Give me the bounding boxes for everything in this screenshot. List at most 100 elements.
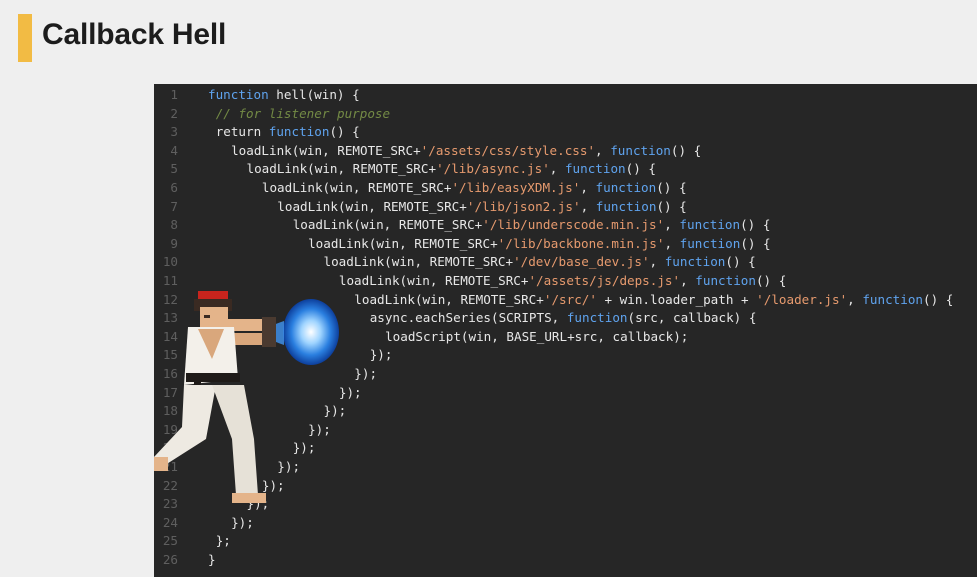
- keyword-token: function: [695, 273, 756, 288]
- code-text: loadLink(win, REMOTE_SRC+'/assets/css/st…: [231, 142, 701, 161]
- slide-header: Callback Hell: [18, 14, 977, 62]
- code-line: 9 loadLink(win, REMOTE_SRC+'/lib/backbone…: [154, 235, 977, 254]
- code-token: loadScript(win, BASE_URL+src, callback);: [385, 328, 689, 344]
- code-line: 1 function hell(win) {: [154, 86, 977, 105]
- code-line: 2 // for listener purpose: [154, 105, 977, 124]
- code-line: 6 loadLink(win, REMOTE_SRC+'/lib/easyXDM.…: [154, 179, 977, 198]
- code-token: () {: [923, 291, 954, 307]
- code-token: });: [354, 366, 378, 381]
- code-text: });: [354, 365, 377, 384]
- line-number: 7: [170, 198, 178, 214]
- keyword-token: function: [566, 310, 628, 326]
- code-token: loadLink(win, REMOTE_SRC+: [246, 161, 437, 177]
- keyword-token: function: [595, 198, 657, 214]
- keyword-token: function: [208, 87, 269, 102]
- code-token: loadLink(win, REMOTE_SRC+: [338, 273, 529, 288]
- line-number: 26: [162, 552, 178, 567]
- line-number: 6: [170, 180, 178, 195]
- string-token: '/assets/js/deps.js': [528, 273, 681, 288]
- code-text: loadLink(win, REMOTE_SRC+'/dev/base_dev.…: [324, 253, 756, 272]
- code-text: loadLink(win, REMOTE_SRC+'/assets/js/dep…: [339, 272, 786, 291]
- keyword-token: function: [564, 161, 626, 177]
- code-text: // for listener purpose: [216, 105, 390, 124]
- code-line: 4 loadLink(win, REMOTE_SRC+'/assets/css/s…: [154, 142, 977, 161]
- line-number: 25: [162, 533, 178, 549]
- code-text: };: [216, 532, 231, 551]
- code-line: 26}: [154, 551, 977, 570]
- code-token: loadLink(win, REMOTE_SRC+: [354, 291, 544, 307]
- code-token: loadLink(win, REMOTE_SRC+: [277, 198, 467, 214]
- string-token: '/lib/backbone.min.js': [497, 235, 665, 251]
- code-line: 8 loadLink(win, REMOTE_SRC+'/lib/undersco…: [154, 216, 977, 235]
- code-token: () {: [656, 180, 687, 195]
- string-token: '/lib/easyXDM.js': [451, 180, 581, 195]
- comment-token: // for listener purpose: [215, 105, 391, 121]
- code-token: () {: [740, 217, 771, 233]
- code-token: ,: [847, 291, 863, 307]
- string-token: '/assets/css/style.css': [420, 142, 596, 158]
- code-text: }: [208, 551, 216, 570]
- code-token: ,: [595, 142, 611, 158]
- code-line: 5 loadLink(win, REMOTE_SRC+'/lib/async.js…: [154, 160, 977, 179]
- code-text: loadLink(win, REMOTE_SRC+'/lib/json2.js'…: [277, 198, 686, 217]
- code-line: 3 return function() {: [154, 123, 977, 142]
- line-number: 4: [170, 142, 178, 158]
- code-token: loadLink(win, REMOTE_SRC+: [323, 254, 514, 270]
- code-text: function hell(win) {: [208, 86, 360, 105]
- string-token: '/src/': [543, 291, 597, 307]
- string-token: '/lib/underscode.min.js': [482, 217, 665, 233]
- string-token: '/lib/async.js': [436, 161, 550, 177]
- code-token: }: [208, 552, 216, 567]
- code-text: });: [370, 346, 393, 365]
- code-text: loadLink(win, REMOTE_SRC+'/src/' + win.l…: [354, 291, 953, 310]
- keyword-token: function: [679, 235, 741, 251]
- keyword-token: function: [610, 142, 671, 158]
- code-token: async.eachSeries(SCRIPTS,: [369, 310, 567, 326]
- code-block: 1 function hell(win) { 2 // for listener pu…: [154, 84, 977, 577]
- slide-title: Callback Hell: [42, 18, 227, 51]
- line-number: 8: [170, 217, 178, 233]
- code-token: + win.loader_path +: [596, 291, 757, 307]
- code-text: loadLink(win, REMOTE_SRC+'/lib/underscod…: [293, 216, 771, 235]
- code-text: loadLink(win, REMOTE_SRC+'/lib/backbone.…: [308, 235, 771, 254]
- line-number: 11: [162, 273, 178, 288]
- title-accent-bar: [18, 14, 32, 62]
- code-token: ,: [580, 198, 596, 214]
- code-token: () {: [670, 142, 702, 158]
- code-token: () {: [725, 254, 756, 270]
- code-token: };: [215, 533, 231, 549]
- code-line: 10 loadLink(win, REMOTE_SRC+'/dev/base_de…: [154, 253, 977, 272]
- code-token: () {: [625, 161, 656, 177]
- code-token: loadLink(win, REMOTE_SRC+: [292, 217, 483, 233]
- code-token: });: [369, 347, 393, 363]
- code-token: ,: [680, 273, 696, 288]
- code-token: ,: [664, 217, 680, 233]
- line-number: 5: [170, 161, 178, 177]
- line-number: 1: [170, 87, 178, 102]
- line-number: 2: [170, 105, 178, 121]
- code-token: ,: [549, 161, 565, 177]
- fighter-hadouken-icon: [154, 291, 339, 503]
- code-token: () {: [755, 273, 787, 288]
- code-token: loadLink(win, REMOTE_SRC+: [261, 180, 452, 195]
- code-line: 7 loadLink(win, REMOTE_SRC+'/lib/json2.js…: [154, 198, 977, 217]
- code-token: () {: [656, 198, 687, 214]
- keyword-token: function: [679, 217, 741, 233]
- code-line: 11 loadLink(win, REMOTE_SRC+'/assets/js/d…: [154, 272, 977, 291]
- line-number: 9: [170, 235, 178, 251]
- code-token: loadLink(win, REMOTE_SRC+: [308, 235, 498, 251]
- code-text: loadLink(win, REMOTE_SRC+'/lib/easyXDM.j…: [262, 179, 687, 198]
- keyword-token: function: [595, 180, 657, 195]
- keyword-token: function: [268, 124, 330, 140]
- line-number: 3: [170, 124, 178, 140]
- code-token: (src, callback) {: [627, 310, 757, 326]
- code-token: ,: [664, 235, 680, 251]
- code-line: 25};: [154, 532, 977, 551]
- keyword-token: function: [862, 291, 924, 307]
- code-text: async.eachSeries(SCRIPTS, function(src, …: [370, 309, 757, 328]
- string-token: '/dev/base_dev.js': [513, 254, 650, 270]
- string-token: '/loader.js': [756, 291, 848, 307]
- keyword-token: function: [664, 254, 726, 270]
- code-token: return: [215, 124, 269, 140]
- code-token: () {: [740, 235, 771, 251]
